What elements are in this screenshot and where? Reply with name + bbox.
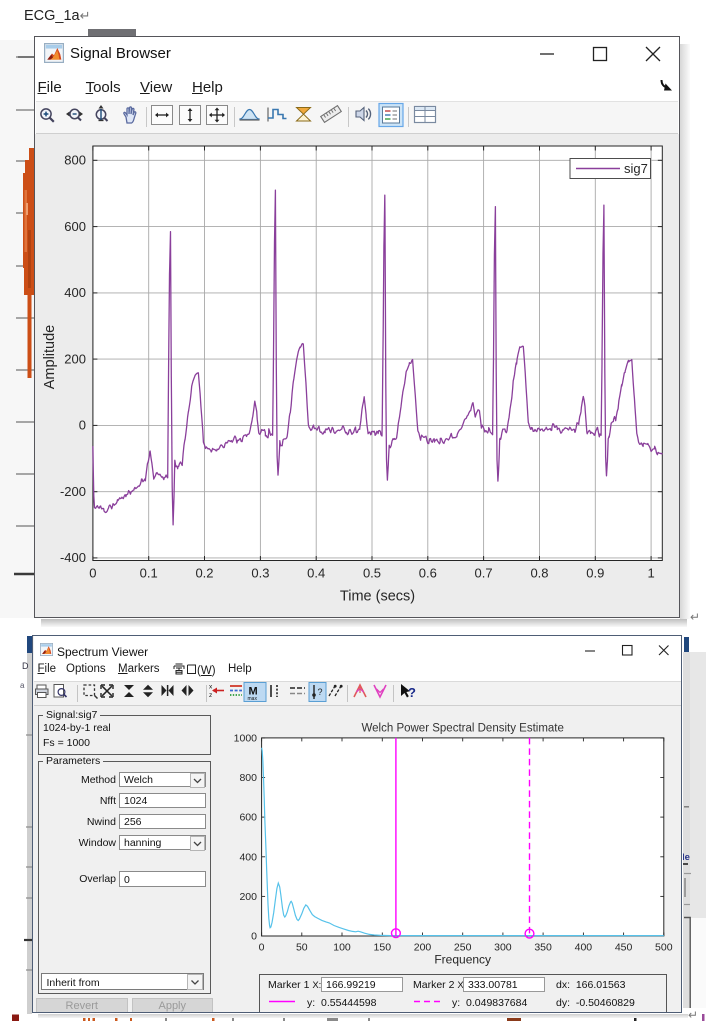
- svg-text:D: D: [22, 661, 29, 671]
- svg-text:le: le: [683, 852, 690, 863]
- svg-text:a: a: [20, 681, 25, 690]
